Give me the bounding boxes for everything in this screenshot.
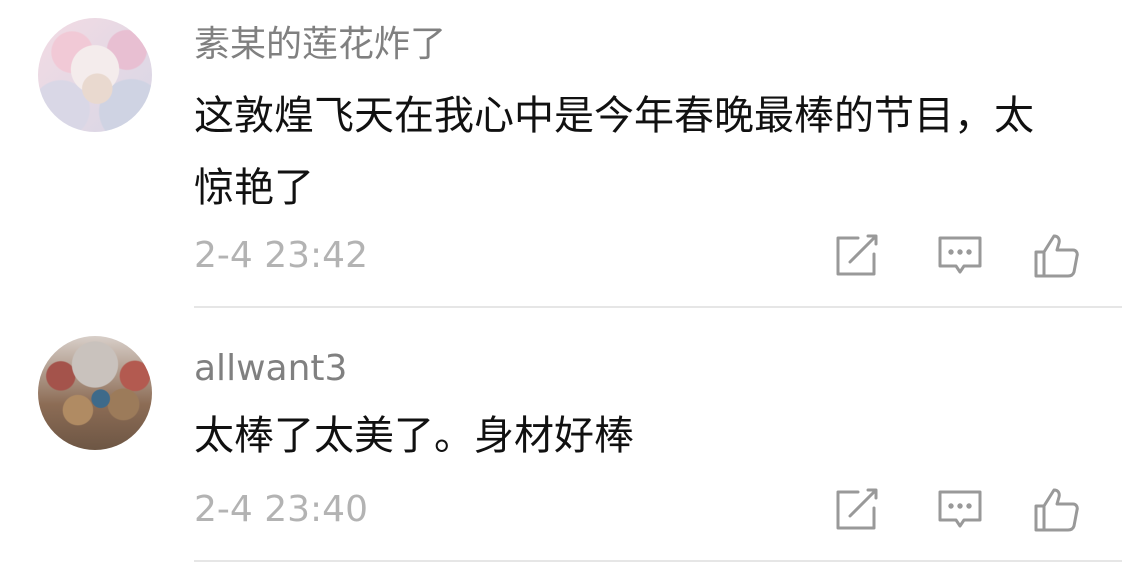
comment-username[interactable]: 素某的莲花炸了 xyxy=(194,22,446,68)
comment-item: allwant3 太棒了太美了。身材好棒 2-4 23:40 xyxy=(0,308,1122,563)
like-icon[interactable] xyxy=(1030,484,1082,536)
comment-timestamp: 2-4 23:40 xyxy=(194,489,368,530)
edit-icon[interactable] xyxy=(830,230,882,282)
comment-text: 这敦煌飞天在我心中是今年春晚最棒的节目，太惊艳了 xyxy=(194,93,1034,211)
reply-icon[interactable] xyxy=(934,484,986,536)
like-icon[interactable] xyxy=(1030,230,1082,282)
edit-icon[interactable] xyxy=(830,484,882,536)
comment-actions xyxy=(830,230,1090,282)
comment-timestamp: 2-4 23:42 xyxy=(194,235,368,276)
reply-icon[interactable] xyxy=(934,230,986,282)
comment-actions xyxy=(830,484,1090,536)
avatar[interactable] xyxy=(38,336,152,450)
divider xyxy=(194,560,1122,562)
comment-item: 素某的莲花炸了 这敦煌飞天在我心中是今年春晚最棒的节目，太惊艳了 2-4 23:… xyxy=(0,0,1122,308)
comment-username[interactable]: allwant3 xyxy=(194,346,347,392)
comment-text: 太棒了太美了。身材好棒 xyxy=(194,413,634,459)
avatar[interactable] xyxy=(38,18,152,132)
